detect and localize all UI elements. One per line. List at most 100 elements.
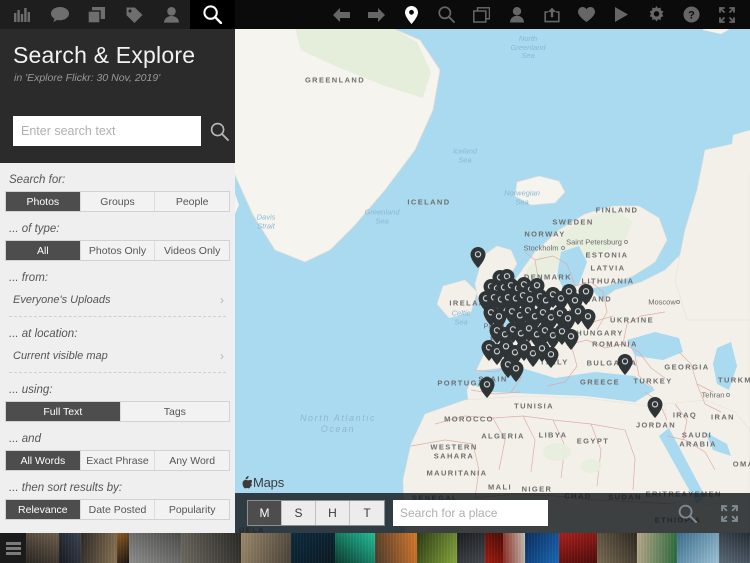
- filmstrip-thumbnail[interactable]: [59, 533, 81, 563]
- place-search-button[interactable]: [666, 493, 708, 533]
- filmstrip-thumbnail[interactable]: [597, 533, 637, 563]
- filmstrip-thumbnail[interactable]: [677, 533, 719, 563]
- map-panel[interactable]: GREENLAND ICELAND NORWAY SWEDEN FINLAND ESTON…: [235, 0, 750, 533]
- filter-segmented-sort: Relevance Date Posted Popularity: [5, 499, 230, 520]
- map-photo-pin[interactable]: [470, 247, 486, 268]
- map-labels-layer: GREENLAND ICELAND NORWAY SWEDEN FINLAND ESTON…: [235, 0, 750, 533]
- map-country-label: ICELAND: [407, 197, 451, 207]
- filmstrip-thumbnail[interactable]: [559, 533, 597, 563]
- filter-segmented-and: All Words Exact Phrase Any Word: [5, 450, 230, 471]
- filter-label-using: ... using:: [9, 384, 53, 396]
- search-explore-sidebar: Search & Explore in 'Explore Flickr: 30 …: [0, 0, 235, 533]
- filter-option-sort-relevance[interactable]: Relevance: [6, 500, 81, 519]
- filmstrip-thumbnail[interactable]: [117, 533, 129, 563]
- copy-icon[interactable]: [464, 0, 499, 29]
- map-photo-pin[interactable]: [617, 354, 633, 375]
- filmstrip-thumbnail[interactable]: [81, 533, 117, 563]
- filmstrip-thumbnail[interactable]: [335, 533, 375, 563]
- filter-option-search_for-photos[interactable]: Photos: [6, 192, 81, 211]
- filter-option-and-exact-phrase[interactable]: Exact Phrase: [80, 451, 156, 470]
- filter-link-at_location[interactable]: Current visible map ›: [9, 345, 226, 373]
- map-style-option-m[interactable]: M: [248, 501, 282, 525]
- filmstrip-thumbnail[interactable]: [129, 533, 181, 563]
- map-sea-label: Iceland Sea: [452, 146, 478, 164]
- forward-arrow-icon[interactable]: [359, 0, 394, 29]
- contacts-icon[interactable]: [153, 0, 190, 29]
- stats-icon[interactable]: [4, 0, 41, 29]
- filter-option-and-any-word[interactable]: Any Word: [155, 451, 229, 470]
- filmstrip-thumbnail[interactable]: [26, 533, 59, 563]
- filter-option-and-all-words[interactable]: All Words: [6, 451, 81, 470]
- filmstrip-thumbnail[interactable]: [485, 533, 503, 563]
- filmstrip-thumbnail[interactable]: [241, 533, 291, 563]
- map-pin-icon[interactable]: [394, 0, 429, 29]
- help-icon[interactable]: ?: [674, 0, 709, 29]
- map-photo-pin[interactable]: [543, 347, 559, 368]
- map-style-option-t[interactable]: T: [350, 501, 384, 525]
- filter-link-value-at_location: Current visible map: [13, 350, 108, 362]
- map-toolbar: ?: [235, 0, 750, 29]
- filmstrip-thumbnail[interactable]: [375, 533, 417, 563]
- filmstrip-thumbnail[interactable]: [291, 533, 335, 563]
- map-sea-label: Greenland Sea: [364, 207, 400, 225]
- filmstrip-thumbnail[interactable]: [503, 533, 525, 563]
- map-style-option-h[interactable]: H: [316, 501, 350, 525]
- tags-icon[interactable]: [116, 0, 153, 29]
- search-icon[interactable]: [429, 0, 464, 29]
- filter-option-of_type-all[interactable]: All: [6, 241, 81, 260]
- map-country-label: IRAN: [711, 412, 735, 422]
- map-photo-pin[interactable]: [508, 361, 524, 382]
- search-submit-icon[interactable]: [206, 118, 232, 144]
- back-arrow-icon[interactable]: [324, 0, 359, 29]
- filter-label-and: ... and: [9, 433, 41, 445]
- play-icon[interactable]: [604, 0, 639, 29]
- comments-icon[interactable]: [41, 0, 78, 29]
- filter-option-search_for-groups[interactable]: Groups: [80, 192, 156, 211]
- filter-label-at_location: ... at location:: [9, 328, 78, 340]
- collections-icon[interactable]: [78, 0, 115, 29]
- fullscreen-icon[interactable]: [709, 0, 744, 29]
- heart-icon[interactable]: [569, 0, 604, 29]
- person-icon[interactable]: [499, 0, 534, 29]
- map-photo-pin[interactable]: [647, 397, 663, 418]
- share-icon[interactable]: [534, 0, 569, 29]
- map-city-dot: [624, 240, 628, 244]
- map-photo-pin[interactable]: [580, 309, 596, 330]
- map-bottom-bar: MSHT: [235, 493, 750, 533]
- search-icon[interactable]: [189, 0, 235, 29]
- map-photo-pin[interactable]: [578, 284, 594, 305]
- search-row: [0, 116, 235, 146]
- place-search-input[interactable]: [393, 500, 548, 526]
- filter-option-search_for-people[interactable]: People: [155, 192, 229, 211]
- app-root: Search & Explore in 'Explore Flickr: 30 …: [0, 0, 750, 563]
- map-photo-pin[interactable]: [563, 329, 579, 350]
- map-style-option-s[interactable]: S: [282, 501, 316, 525]
- filmstrip-thumbnail[interactable]: [637, 533, 677, 563]
- filmstrip-thumbnail[interactable]: [525, 533, 559, 563]
- filter-option-sort-popularity[interactable]: Popularity: [155, 500, 229, 519]
- filter-option-of_type-videos-only[interactable]: Videos Only: [155, 241, 229, 260]
- search-input[interactable]: [13, 116, 201, 146]
- map-city-label: Saint Petersburg: [566, 237, 622, 247]
- gear-icon[interactable]: [639, 0, 674, 29]
- map-country-label: OMAN: [732, 459, 750, 469]
- filter-label-search_for: Search for:: [9, 174, 66, 186]
- filter-option-sort-date-posted[interactable]: Date Posted: [80, 500, 156, 519]
- map-sea-label: Norwegian Sea: [504, 188, 540, 206]
- filter-option-using-tags[interactable]: Tags: [120, 402, 229, 421]
- filter-link-from[interactable]: Everyone's Uploads ›: [9, 289, 226, 317]
- filmstrip-thumbnail[interactable]: [417, 533, 457, 563]
- map-expand-button[interactable]: [708, 493, 750, 533]
- map-city-label: Moscow: [648, 297, 676, 307]
- map-attribution-label: Maps: [253, 475, 284, 490]
- filter-option-of_type-photos-only[interactable]: Photos Only: [80, 241, 156, 260]
- map-photo-pin[interactable]: [479, 377, 495, 398]
- filmstrip-thumbnail[interactable]: [719, 533, 750, 563]
- filmstrip-thumbnail[interactable]: [181, 533, 241, 563]
- photo-filmstrip[interactable]: [0, 533, 750, 563]
- map-country-label: MOROCCO: [444, 414, 494, 424]
- filmstrip-thumbnail[interactable]: [457, 533, 485, 563]
- filmstrip-drag-handle-icon[interactable]: [0, 533, 26, 563]
- filter-option-using-full-text[interactable]: Full Text: [6, 402, 121, 421]
- map-ocean-label: North Atlantic Ocean: [299, 412, 377, 434]
